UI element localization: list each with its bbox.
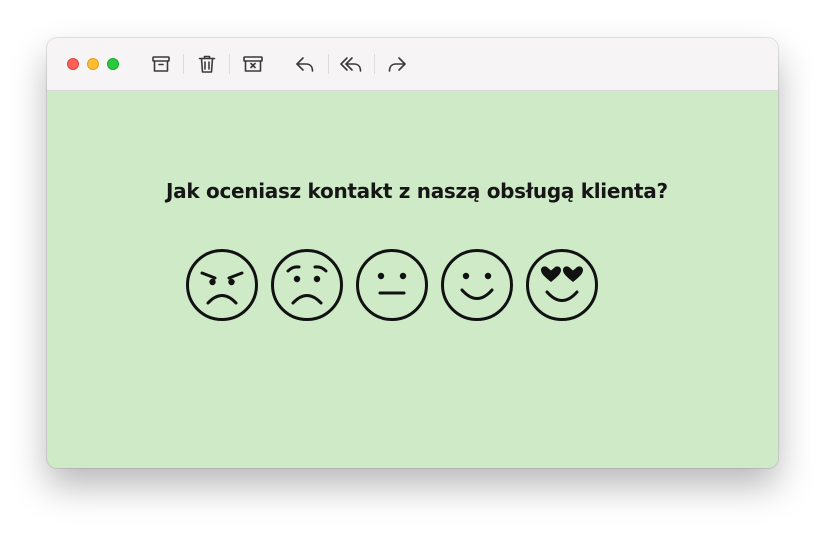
reply-all-button[interactable] <box>339 52 363 76</box>
rating-sad-button[interactable] <box>269 247 345 323</box>
minimize-window-button[interactable] <box>87 58 99 70</box>
zoom-window-button[interactable] <box>107 58 119 70</box>
trash-icon <box>198 55 216 73</box>
toolbar-separator <box>328 54 329 74</box>
archive-button[interactable] <box>149 52 173 76</box>
toolbar-separator <box>229 54 230 74</box>
smiling-face-icon <box>441 249 513 321</box>
reply-button[interactable] <box>293 52 317 76</box>
forward-button[interactable] <box>385 52 409 76</box>
toolbar-separator <box>374 54 375 74</box>
mail-window: Jak oceniasz kontakt z naszą obsługą kli… <box>47 38 778 468</box>
rating-neutral-button[interactable] <box>354 247 430 323</box>
close-window-button[interactable] <box>67 58 79 70</box>
toolbar-separator <box>183 54 184 74</box>
archive-icon <box>152 56 170 72</box>
forward-icon <box>388 57 406 72</box>
reply-icon <box>296 57 314 72</box>
rating-scale <box>184 247 604 323</box>
rating-angry-button[interactable] <box>184 247 260 323</box>
neutral-face-icon <box>356 249 428 321</box>
junk-button[interactable] <box>241 52 265 76</box>
angry-face-icon <box>186 249 258 321</box>
junk-icon <box>243 56 263 72</box>
toolbar <box>47 38 778 91</box>
trash-button[interactable] <box>195 52 219 76</box>
rating-happy-button[interactable] <box>439 247 515 323</box>
message-body: Jak oceniasz kontakt z naszą obsługą kli… <box>47 91 778 468</box>
rating-love-button[interactable] <box>524 247 600 323</box>
heart-eyes-face-icon <box>526 249 598 321</box>
reply-all-icon <box>340 57 362 72</box>
sad-face-icon <box>271 249 343 321</box>
survey-question: Jak oceniasz kontakt z naszą obsługą kli… <box>166 179 668 203</box>
